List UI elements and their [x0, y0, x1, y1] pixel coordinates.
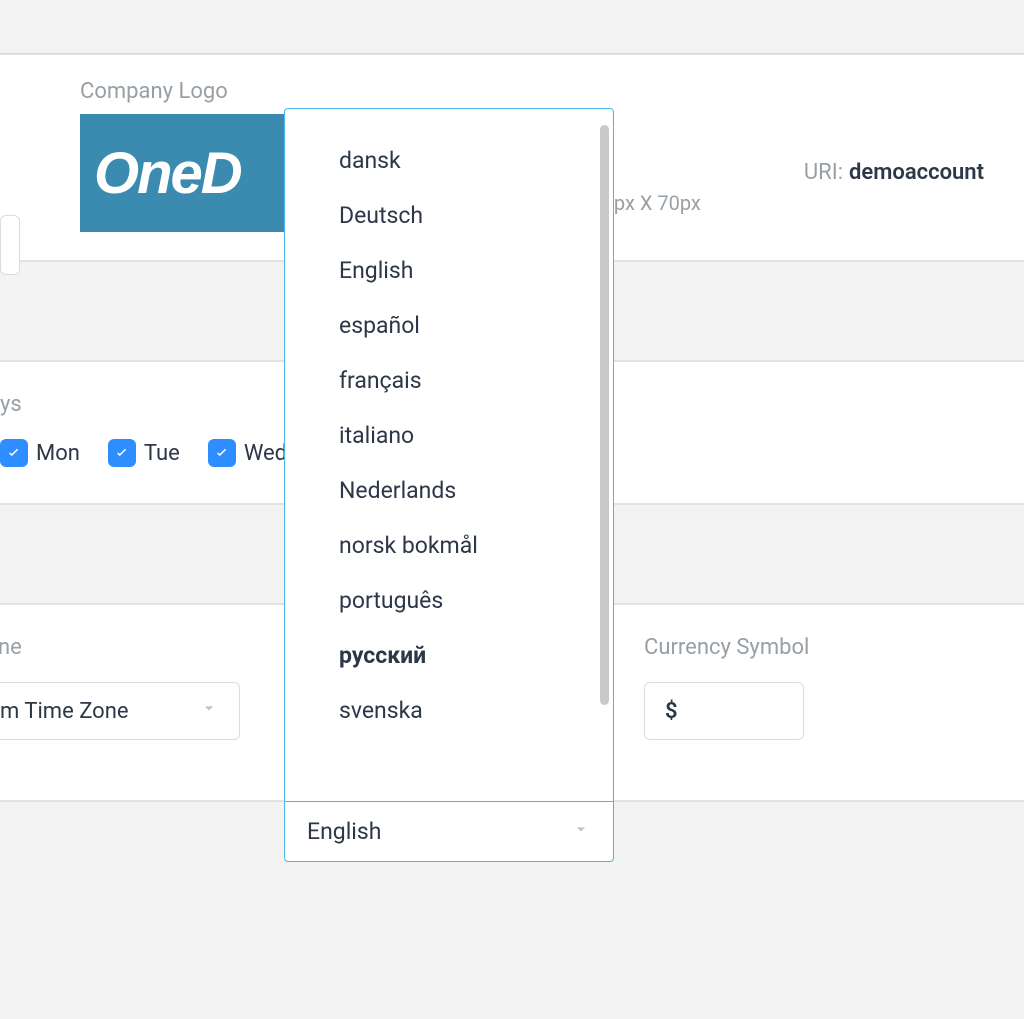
- dropdown-selected-row[interactable]: English: [285, 801, 613, 861]
- dropdown-option[interactable]: Deutsch: [285, 188, 613, 243]
- chevron-down-icon: [199, 698, 219, 724]
- language-dropdown: danskDeutschEnglishespañolfrançaisitalia…: [284, 108, 614, 862]
- dropdown-option[interactable]: italiano: [285, 408, 613, 463]
- dropdown-selected-value: English: [307, 818, 381, 845]
- top-bar: [0, 0, 1024, 54]
- dropdown-list[interactable]: danskDeutschEnglishespañolfrançaisitalia…: [285, 109, 613, 801]
- checkbox-checked-icon[interactable]: [208, 439, 236, 467]
- timezone-field: ne m Time Zone: [0, 635, 240, 740]
- chevron-down-icon: [571, 818, 591, 845]
- dropdown-option[interactable]: português: [285, 573, 613, 628]
- day-mon[interactable]: Mon: [0, 439, 80, 467]
- currency-value: $: [665, 699, 678, 724]
- scrollbar-thumb[interactable]: [600, 125, 609, 705]
- dropdown-option[interactable]: español: [285, 298, 613, 353]
- day-tue[interactable]: Tue: [108, 439, 180, 467]
- currency-label: Currency Symbol: [644, 635, 804, 660]
- currency-field: Currency Symbol $: [644, 635, 804, 740]
- uri-value: demoaccount: [849, 160, 984, 185]
- dropdown-option[interactable]: français: [285, 353, 613, 408]
- dropdown-option[interactable]: norsk bokmål: [285, 518, 613, 573]
- timezone-label: ne: [0, 635, 240, 660]
- day-wed[interactable]: Wed: [208, 439, 287, 467]
- checkbox-checked-icon[interactable]: [108, 439, 136, 467]
- dropdown-option[interactable]: svenska: [285, 683, 613, 738]
- currency-input[interactable]: $: [644, 682, 804, 740]
- uri-label: URI:: [804, 160, 843, 185]
- company-logo: OneD: [80, 114, 290, 232]
- timezone-select[interactable]: m Time Zone: [0, 682, 240, 740]
- day-label: Tue: [144, 441, 180, 466]
- input-stub[interactable]: [0, 215, 20, 275]
- company-logo-label: Company Logo: [80, 79, 1024, 104]
- checkbox-checked-icon[interactable]: [0, 439, 28, 467]
- dropdown-option[interactable]: dansk: [285, 133, 613, 188]
- day-label: Wed: [244, 441, 287, 466]
- dropdown-option[interactable]: English: [285, 243, 613, 298]
- timezone-value: m Time Zone: [0, 699, 129, 724]
- dropdown-option[interactable]: русский: [285, 628, 613, 683]
- logo-text: OneD: [94, 140, 241, 207]
- day-label: Mon: [36, 441, 80, 466]
- uri-block: URI: demoaccount: [804, 114, 1024, 185]
- dropdown-option[interactable]: Nederlands: [285, 463, 613, 518]
